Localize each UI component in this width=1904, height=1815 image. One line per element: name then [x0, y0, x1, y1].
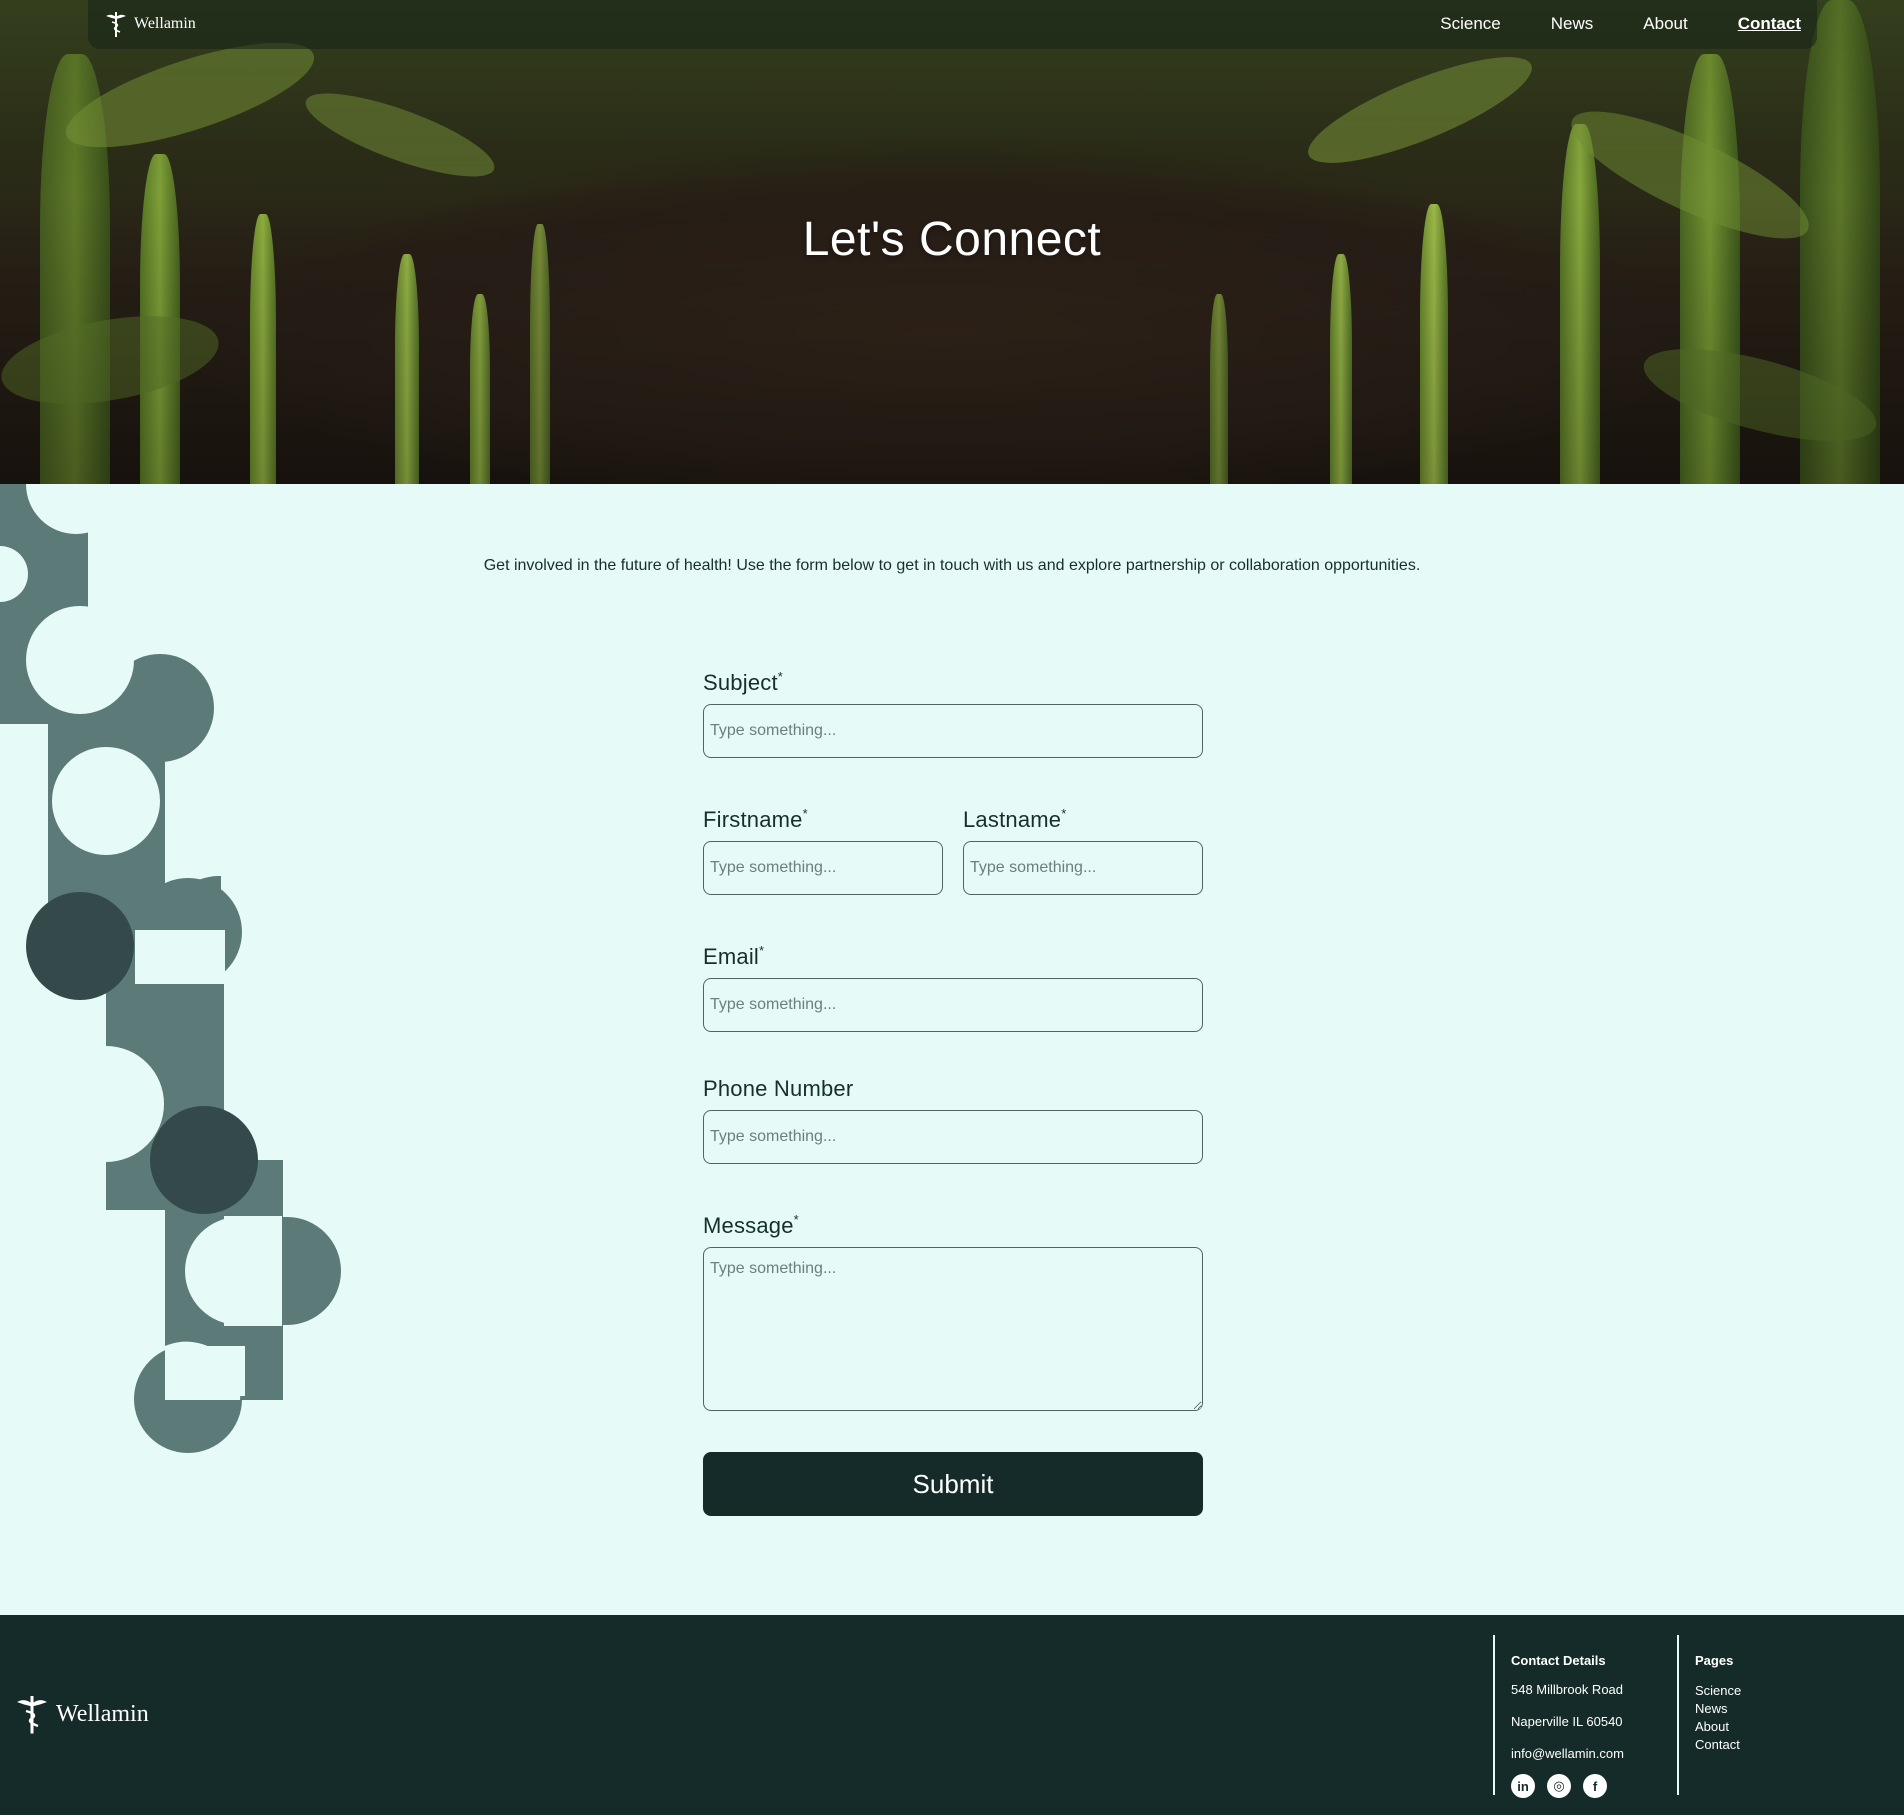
message-field: Message* — [703, 1211, 1203, 1411]
firstname-field: Firstname* — [703, 805, 943, 895]
message-textarea[interactable] — [703, 1247, 1203, 1411]
linkedin-icon[interactable]: in — [1511, 1774, 1535, 1798]
email-input[interactable] — [703, 978, 1203, 1032]
nav-link-contact[interactable]: Contact — [1738, 14, 1801, 34]
social-links: in ◎ f — [1511, 1774, 1677, 1798]
nav-links: Science News About Contact — [1440, 14, 1801, 34]
instagram-icon[interactable]: ◎ — [1547, 1774, 1571, 1798]
subject-field: Subject* — [703, 668, 1203, 758]
brand-name: Wellamin — [134, 15, 196, 32]
footer: Wellamin Contact Details 548 Millbrook R… — [0, 1615, 1904, 1815]
hero-banner: Let's Connect — [0, 0, 1904, 484]
footer-brand-logo[interactable]: Wellamin — [12, 1693, 149, 1735]
nav-link-about[interactable]: About — [1643, 14, 1687, 34]
footer-pages: Pages Science News About Contact — [1677, 1635, 1877, 1795]
phone-field: Phone Number — [703, 1074, 1203, 1164]
caduceus-icon — [106, 12, 126, 37]
footer-link-news[interactable]: News — [1695, 1700, 1877, 1718]
footer-link-science[interactable]: Science — [1695, 1682, 1877, 1700]
top-navbar: Wellamin Science News About Contact — [88, 0, 1817, 49]
lastname-field: Lastname* — [963, 805, 1203, 895]
submit-button[interactable]: Submit — [703, 1452, 1203, 1516]
decorative-shapes — [0, 484, 341, 1453]
contact-email[interactable]: info@wellamin.com — [1511, 1746, 1677, 1761]
subject-label: Subject* — [703, 669, 784, 695]
nav-link-news[interactable]: News — [1551, 14, 1594, 34]
phone-label: Phone Number — [703, 1076, 854, 1101]
footer-brand-name: Wellamin — [56, 1700, 149, 1727]
subject-input[interactable] — [703, 704, 1203, 758]
message-label: Message* — [703, 1212, 799, 1238]
facebook-icon[interactable]: f — [1583, 1774, 1607, 1798]
page-title: Let's Connect — [802, 213, 1102, 266]
caduceus-icon — [17, 1696, 47, 1734]
firstname-input[interactable] — [703, 841, 943, 895]
footer-link-contact[interactable]: Contact — [1695, 1736, 1877, 1754]
lastname-input[interactable] — [963, 841, 1203, 895]
address-line-1: 548 Millbrook Road — [1511, 1682, 1624, 1697]
firstname-label: Firstname* — [703, 806, 808, 832]
email-field: Email* — [703, 942, 1203, 1032]
phone-input[interactable] — [703, 1110, 1203, 1164]
email-label: Email* — [703, 943, 765, 969]
intro-text: Get involved in the future of health! Us… — [483, 557, 1421, 574]
footer-contact-details: Contact Details 548 Millbrook Road Naper… — [1493, 1635, 1677, 1798]
address-line-2: Naperville IL 60540 — [1511, 1714, 1623, 1729]
lastname-label: Lastname* — [963, 806, 1067, 832]
contact-details-heading: Contact Details — [1511, 1653, 1606, 1668]
footer-link-about[interactable]: About — [1695, 1718, 1877, 1736]
nav-link-science[interactable]: Science — [1440, 14, 1500, 34]
brand-logo[interactable]: Wellamin — [104, 10, 196, 38]
pages-heading: Pages — [1695, 1653, 1734, 1668]
contact-section: Get involved in the future of health! Us… — [0, 484, 1904, 1615]
